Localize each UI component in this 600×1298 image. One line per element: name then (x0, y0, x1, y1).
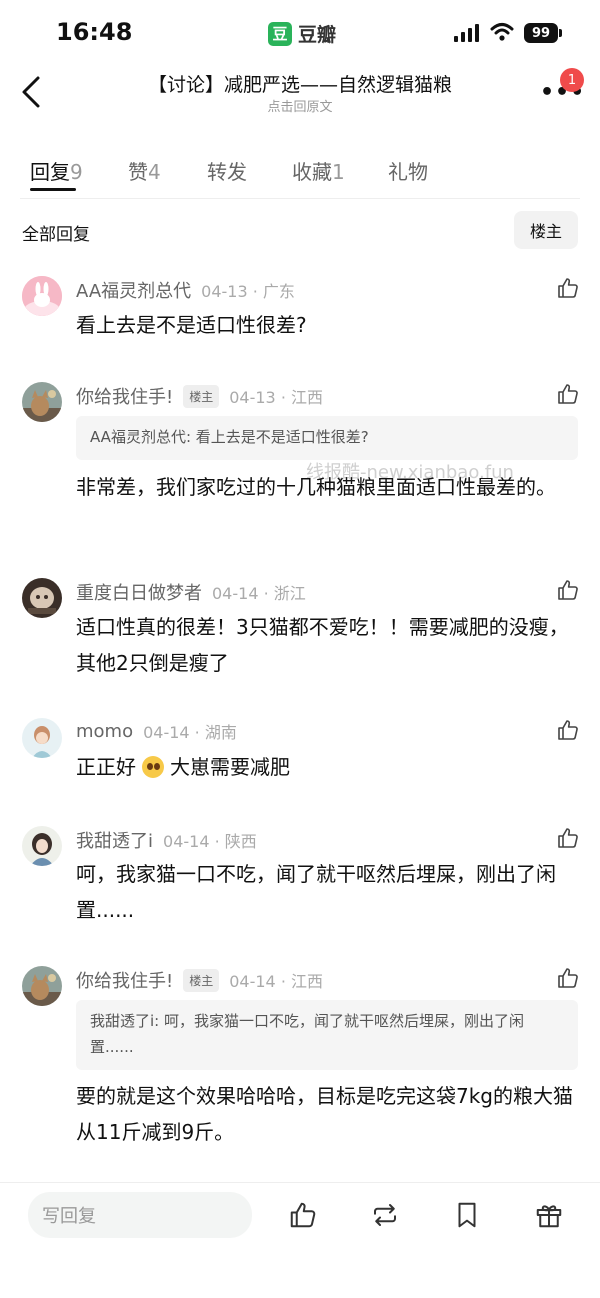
back-icon[interactable] (18, 74, 48, 110)
like-icon[interactable] (556, 966, 580, 990)
like-icon[interactable] (556, 718, 580, 742)
tab-label: 转发 (207, 160, 247, 184)
comment-text: 呵，我家猫一口不吃，闻了就干呕然后埋屎，刚出了闲置...... (76, 862, 556, 922)
pleading-face-emoji-icon (142, 755, 164, 778)
op-badge: 楼主 (183, 384, 220, 408)
tab-gifts[interactable]: 礼物 (388, 156, 428, 185)
status-time: 16:48 (56, 18, 133, 46)
gift-icon[interactable] (534, 1200, 564, 1230)
avatar[interactable] (22, 382, 62, 422)
comment-date: 04-14 · 江西 (229, 972, 323, 991)
tab-count: 9 (70, 160, 83, 184)
comment-text: 适口性真的很差！3只猫都不爱吃！！需要减肥的没瘦，其他2只倒是瘦了 (76, 615, 569, 675)
app-indicator: 豆 豆瓣 (268, 20, 336, 47)
notification-badge: 1 (560, 68, 584, 92)
quoted-reply[interactable]: AA福灵剂总代: 看上去是不是适口性很差? (76, 416, 578, 460)
comment-text: 非常差，我们家吃过的十几种猫粮里面适口性最差的。 (76, 475, 556, 499)
back-to-original-link[interactable]: 点击回原文 (200, 96, 400, 115)
like-icon[interactable] (556, 276, 580, 300)
avatar[interactable] (22, 826, 62, 866)
app-name: 豆瓣 (298, 24, 337, 46)
like-icon[interactable] (556, 826, 580, 850)
bookmark-icon[interactable] (452, 1200, 482, 1230)
op-only-button[interactable]: 楼主 (514, 211, 578, 249)
cellular-signal-icon (454, 24, 479, 42)
op-badge: 楼主 (183, 968, 220, 992)
comment-date: 04-14 · 浙江 (212, 584, 306, 603)
comment-username[interactable]: AA福灵剂总代 (76, 277, 191, 303)
comment-username[interactable]: 你给我住手! (76, 383, 173, 409)
comment-meta: 你给我住手! 楼主 04-13 · 江西 (76, 383, 323, 409)
tab-replies[interactable]: 回复9 (30, 156, 83, 185)
tab-count: 1 (332, 160, 345, 184)
comment-text-part: 大崽需要减肥 (170, 755, 290, 779)
avatar[interactable] (22, 966, 62, 1006)
comment-text: 正正好 大崽需要减肥 (76, 749, 576, 785)
comment-meta: momo 04-14 · 湖南 (76, 719, 237, 743)
comment-date: 04-13 · 广东 (201, 282, 295, 301)
tab-collections[interactable]: 收藏1 (292, 156, 345, 185)
repost-icon[interactable] (370, 1200, 400, 1230)
comment-username[interactable]: 我甜透了i (76, 827, 153, 853)
avatar[interactable] (22, 276, 62, 316)
tab-count: 4 (148, 160, 161, 184)
tab-likes[interactable]: 赞4 (128, 156, 161, 185)
comment-date: 04-14 · 湖南 (143, 723, 237, 742)
avatar[interactable] (22, 578, 62, 618)
comment-username[interactable]: momo (76, 721, 133, 742)
page-title[interactable]: 【讨论】减肥严选——自然逻辑猫粮 (120, 70, 480, 97)
comment-username[interactable]: 你给我住手! (76, 967, 173, 993)
comment-text: 看上去是不是适口性很差? (76, 313, 307, 337)
quoted-reply[interactable]: 我甜透了i: 呵，我家猫一口不吃，闻了就干呕然后埋屎，刚出了闲置...... (76, 1000, 578, 1070)
tab-label: 回复 (30, 160, 70, 184)
comment-date: 04-13 · 江西 (229, 388, 323, 407)
comment-text: 要的就是这个效果哈哈哈，目标是吃完这袋7kg的粮大猫从11斤减到9斤。 (76, 1084, 574, 1144)
comment-date: 04-14 · 陕西 (163, 832, 257, 851)
battery-icon: 99 (524, 23, 558, 43)
tab-label: 收藏 (292, 160, 332, 184)
comment-text-part: 正正好 (76, 755, 136, 779)
comment-meta: AA福灵剂总代 04-13 · 广东 (76, 277, 295, 303)
avatar[interactable] (22, 718, 62, 758)
like-icon[interactable] (288, 1200, 318, 1230)
douban-logo-icon: 豆 (268, 21, 292, 46)
comment-meta: 我甜透了i 04-14 · 陕西 (76, 827, 257, 853)
active-tab-indicator (30, 188, 76, 191)
tab-reposts[interactable]: 转发 (207, 156, 247, 185)
reply-input[interactable]: 写回复 (28, 1192, 252, 1238)
battery-tip (559, 29, 562, 37)
comment-meta: 重度白日做梦者 04-14 · 浙江 (76, 579, 306, 605)
all-replies-label: 全部回复 (22, 225, 90, 245)
comment-username[interactable]: 重度白日做梦者 (76, 579, 202, 605)
divider (0, 1182, 600, 1183)
wifi-icon (490, 23, 514, 41)
like-icon[interactable] (556, 578, 580, 602)
comment-meta: 你给我住手! 楼主 04-14 · 江西 (76, 967, 323, 993)
divider (20, 198, 580, 199)
like-icon[interactable] (556, 382, 580, 406)
tab-label: 赞 (128, 160, 148, 184)
tab-label: 礼物 (388, 160, 428, 184)
